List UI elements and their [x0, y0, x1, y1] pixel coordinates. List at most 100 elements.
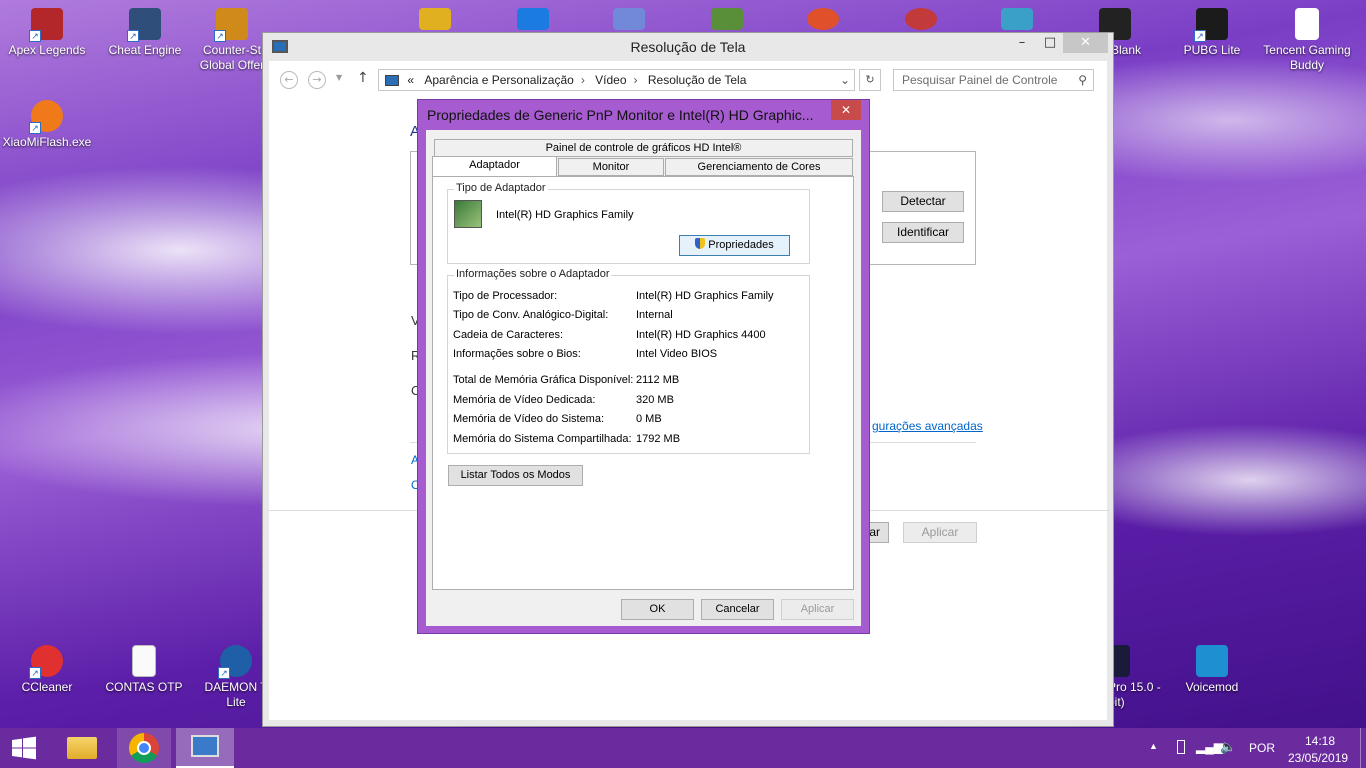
- window-title: Resolução de Tela: [630, 39, 746, 55]
- show-desktop-button[interactable]: [1360, 728, 1366, 768]
- info-key: Total de Memória Gráfica Disponível:: [453, 374, 634, 386]
- desktop-icon-game-3[interactable]: [778, 8, 868, 34]
- dialog-close-button[interactable]: ✕: [831, 100, 861, 120]
- breadcrumb-video[interactable]: Vídeo: [595, 73, 626, 87]
- adapter-info-group: Informações sobre o Adaptador Tipo de Pr…: [447, 268, 810, 454]
- file-explorer-button[interactable]: [58, 728, 106, 768]
- desktop-icon-game-1[interactable]: [390, 8, 480, 34]
- clock-date[interactable]: 23/05/2019: [1288, 751, 1348, 765]
- desktop-icon-minecraft[interactable]: [682, 8, 772, 34]
- desktop-icon-contas-otp[interactable]: CONTAS OTP: [99, 645, 189, 695]
- desktop-icon-label: XiaoMiFlash.exe: [2, 135, 92, 149]
- navigation-bar: ← → ▼ ↑ « Aparência e Personalização › Ví…: [269, 61, 1107, 99]
- adapter-type-group: Tipo de Adaptador Intel(R) HD Graphics F…: [447, 182, 810, 264]
- close-button[interactable]: ✕: [1063, 33, 1108, 53]
- tab-gerenciamento-de-cores[interactable]: Gerenciamento de Cores: [665, 158, 853, 176]
- tab-intel-graphics-panel[interactable]: Painel de controle de gráficos HD Intel®: [434, 139, 853, 157]
- info-row: Tipo de Conv. Analógico-Digital: Internal: [453, 309, 808, 321]
- control-panel-taskbar-button[interactable]: [176, 728, 234, 768]
- properties-button[interactable]: Propriedades: [679, 235, 790, 256]
- search-icon: ⚲: [1078, 73, 1087, 87]
- desktop-icon-label: Pro 15.0 -bit): [1108, 680, 1161, 709]
- adapter-tab-panel: Tipo de Adaptador Intel(R) HD Graphics F…: [432, 176, 854, 590]
- desktop-icon-game-5[interactable]: [972, 8, 1062, 34]
- chrome-button[interactable]: [117, 728, 171, 768]
- info-row: Informações sobre o Bios: Intel Video BIO…: [453, 348, 808, 360]
- address-dropdown-icon[interactable]: ⌄: [840, 70, 850, 90]
- desktop-icon-game-2[interactable]: [488, 8, 578, 34]
- show-hidden-icons-button[interactable]: ▲: [1149, 741, 1158, 751]
- ok-button[interactable]: OK: [621, 599, 694, 620]
- info-row: Memória do Sistema Compartilhada: 1792 MB: [453, 433, 808, 445]
- info-value: Intel(R) HD Graphics 4400: [636, 329, 766, 341]
- properties-button-label: Propriedades: [708, 239, 774, 251]
- desktop-icon-xiaomiflash[interactable]: ↗ XiaoMiFlash.exe: [2, 100, 92, 150]
- minimize-button[interactable]: –: [1007, 33, 1037, 53]
- search-input[interactable]: Pesquisar Painel de Controle ⚲: [893, 69, 1094, 91]
- search-placeholder: Pesquisar Painel de Controle: [902, 73, 1058, 87]
- desktop-icon-label: DAEMON T Lite: [204, 680, 268, 709]
- desktop-icon-voicemod[interactable]: Voicemod: [1167, 645, 1257, 695]
- desktop-icon-counter-strike[interactable]: ↗ Counter-St Global Offer: [192, 8, 272, 73]
- up-arrow-icon[interactable]: ↑: [357, 70, 369, 86]
- breadcrumb-resolucao[interactable]: Resolução de Tela: [648, 73, 747, 87]
- info-value: 320 MB: [636, 394, 674, 406]
- control-panel-icon: [191, 735, 219, 757]
- signal-icon[interactable]: ▂▄▆: [1196, 740, 1223, 754]
- apply-button[interactable]: Aplicar: [781, 599, 854, 620]
- maximize-button[interactable]: □: [1035, 33, 1065, 53]
- desktop-icon-apex-legends[interactable]: ↗ Apex Legends: [2, 8, 92, 58]
- advanced-settings-link[interactable]: gurações avançadas: [872, 419, 983, 433]
- windows-logo-icon: [12, 736, 36, 760]
- app-icon: [517, 8, 549, 30]
- info-value: 2112 MB: [636, 374, 680, 386]
- start-button[interactable]: [0, 728, 48, 768]
- tab-adaptador[interactable]: Adaptador: [432, 156, 557, 176]
- identify-button[interactable]: Identificar: [882, 222, 964, 243]
- desktop-icon-discord[interactable]: [584, 8, 674, 34]
- info-key: Tipo de Conv. Analógico-Digital:: [453, 309, 609, 321]
- dialog-title: Propriedades de Generic PnP Monitor e In…: [427, 107, 814, 123]
- cancel-button[interactable]: Cancelar: [701, 599, 774, 620]
- desktop-icon-pubg-lite[interactable]: ↗ PUBG Lite: [1167, 8, 1257, 58]
- info-value: Internal: [636, 309, 673, 321]
- volume-icon[interactable]: 🔈: [1220, 739, 1236, 755]
- info-key: Memória do Sistema Compartilhada:: [453, 433, 632, 445]
- info-key: Cadeia de Caracteres:: [453, 329, 564, 341]
- battery-icon[interactable]: [1177, 740, 1185, 754]
- graphics-card-icon: [454, 200, 482, 228]
- recent-dropdown-icon[interactable]: ▼: [336, 73, 342, 82]
- desktop-icon-label: CCleaner: [21, 680, 73, 694]
- chrome-icon: [129, 733, 159, 763]
- desktop-icon-pro[interactable]: Pro 15.0 -bit): [1108, 645, 1168, 710]
- desktop-icon-game-4[interactable]: [876, 8, 966, 34]
- tab-monitor[interactable]: Monitor: [558, 158, 664, 176]
- address-bar[interactable]: « Aparência e Personalização › Vídeo › Res…: [378, 69, 855, 91]
- voicemod-icon: [1196, 645, 1228, 677]
- breadcrumb-overflow[interactable]: «: [407, 73, 414, 87]
- info-key: Tipo de Processador:: [453, 290, 558, 302]
- desktop-icon-ccleaner[interactable]: ↗ CCleaner: [2, 645, 92, 695]
- app-icon: [905, 8, 937, 30]
- taskbar: ▲ ▂▄▆ 🔈 POR 14:18 23/05/2019: [0, 728, 1366, 768]
- apply-button[interactable]: Aplicar: [903, 522, 977, 543]
- discord-icon: [613, 8, 645, 30]
- list-all-modes-button[interactable]: Listar Todos os Modos: [448, 465, 583, 486]
- desktop-icon-tencent-gaming-buddy[interactable]: Tencent Gaming Buddy: [1262, 8, 1352, 73]
- desktop-icon-cheat-engine[interactable]: ↗ Cheat Engine: [100, 8, 190, 58]
- detect-button[interactable]: Detectar: [882, 191, 964, 212]
- forward-arrow-icon[interactable]: →: [308, 71, 326, 89]
- desktop-icon-label: Voicemod: [1185, 680, 1239, 694]
- back-arrow-icon[interactable]: ←: [280, 71, 298, 89]
- info-key: Memória de Vídeo do Sistema:: [453, 413, 605, 425]
- refresh-icon[interactable]: ↻: [859, 69, 881, 91]
- info-value: Intel Video BIOS: [636, 348, 718, 360]
- desktop-icon-label: Counter-St Global Offer: [199, 43, 265, 72]
- xiaomiflash-icon: ↗: [29, 100, 63, 134]
- breadcrumb-aparencia[interactable]: Aparência e Personalização: [424, 73, 573, 87]
- csgo-icon: ↗: [214, 8, 248, 42]
- clock-time[interactable]: 14:18: [1305, 734, 1335, 748]
- daemon-tools-icon: ↗: [218, 645, 252, 679]
- language-indicator[interactable]: POR: [1249, 741, 1275, 755]
- text-file-icon: [132, 645, 156, 677]
